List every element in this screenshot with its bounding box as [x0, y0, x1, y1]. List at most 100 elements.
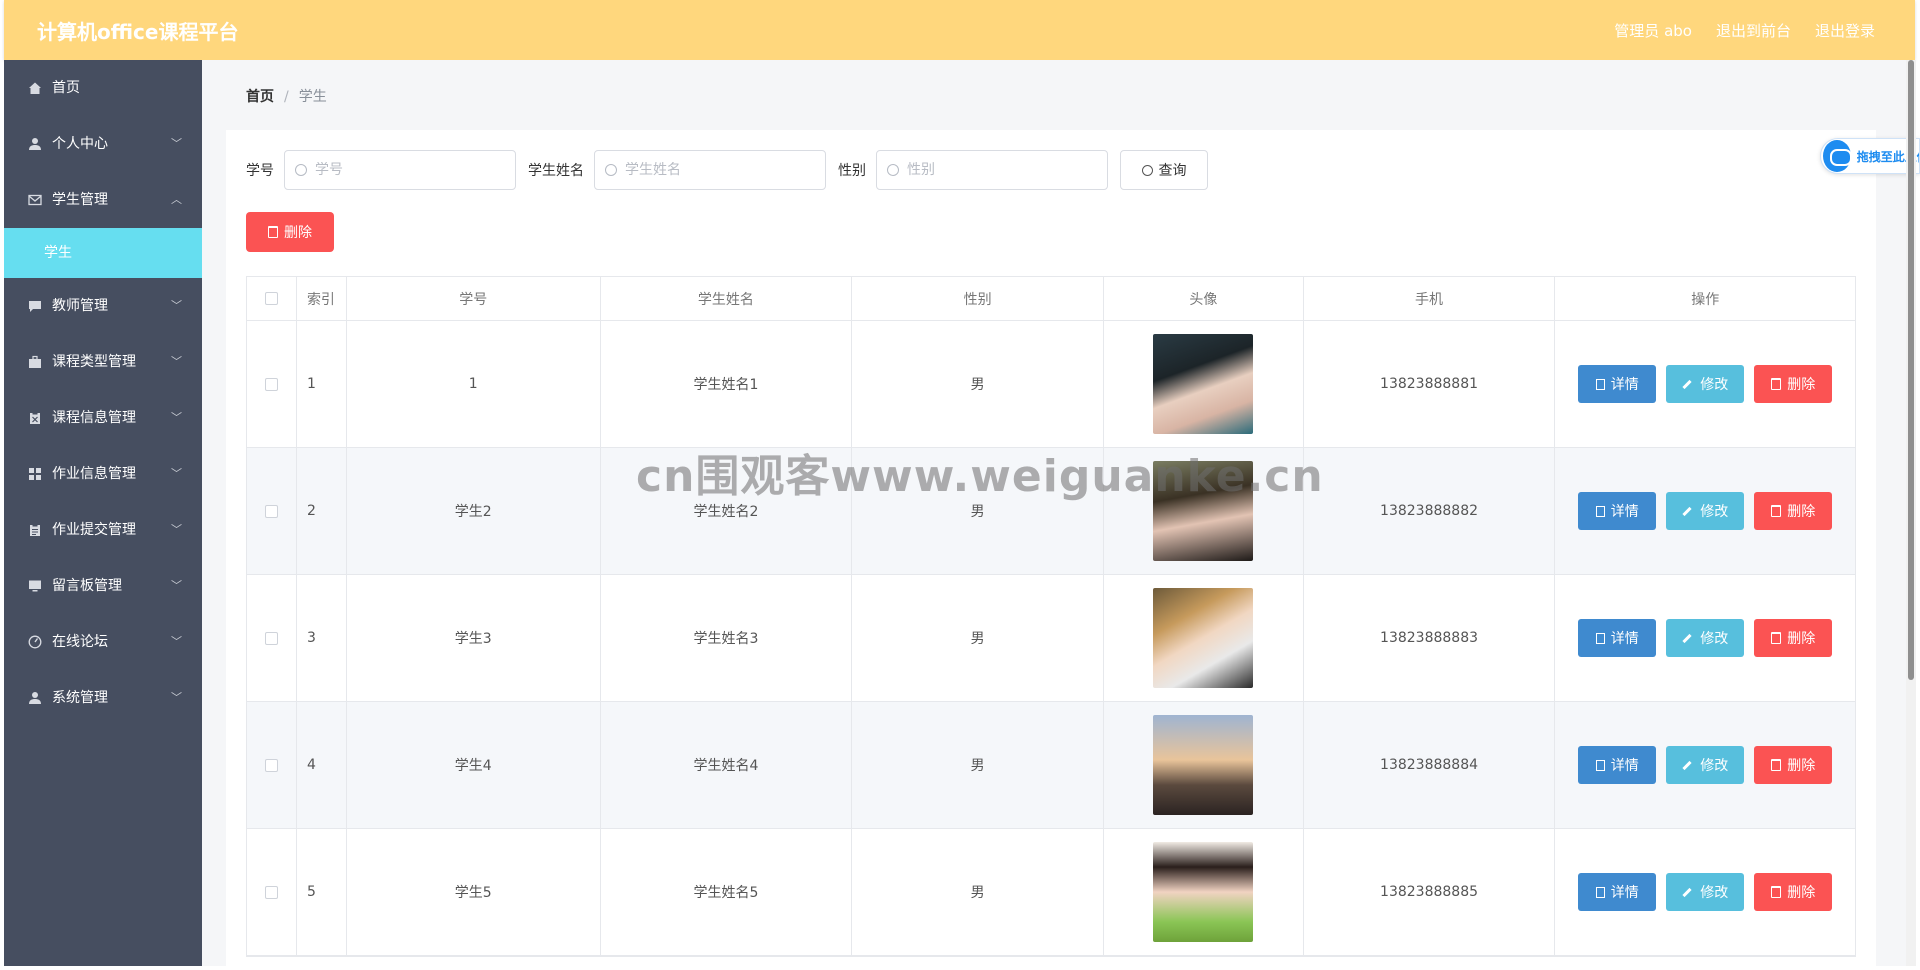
gender-field[interactable]: [876, 150, 1108, 190]
sidebar-item-label: 课程信息管理: [52, 410, 136, 426]
student-name-field[interactable]: [594, 150, 826, 190]
avatar: [1153, 461, 1254, 561]
header-gender: 性别: [852, 277, 1104, 320]
edit-label: 修改: [1700, 758, 1729, 774]
detail-button[interactable]: 详情: [1578, 492, 1657, 530]
batch-delete-button[interactable]: 删除: [246, 212, 334, 252]
cell-phone: 13823888881: [1304, 321, 1556, 447]
student-name-input[interactable]: [625, 162, 815, 178]
detail-label: 详情: [1610, 758, 1639, 774]
sidebar-item-label: 课程类型管理: [52, 354, 136, 370]
user-icon: [29, 692, 41, 704]
sidebar-item-personal-center[interactable]: 个人中心 ﹀: [4, 116, 202, 172]
gender-label: 性别: [838, 163, 866, 179]
cell-actions: 详情 修改 删除: [1555, 702, 1855, 828]
sidebar-item-homework-info-management[interactable]: 作业信息管理 ﹀: [4, 446, 202, 502]
chat-icon: [29, 301, 41, 312]
sidebar-item-online-forum[interactable]: 在线论坛 ﹀: [4, 614, 202, 670]
cell-phone: 13823888885: [1304, 829, 1556, 955]
cell-student-name: 学生姓名5: [601, 829, 853, 955]
row-checkbox[interactable]: [264, 377, 278, 391]
delete-button[interactable]: 删除: [1754, 746, 1833, 784]
cell-phone: 13823888884: [1304, 702, 1556, 828]
delete-button[interactable]: 删除: [1754, 365, 1833, 403]
select-all-cell: [247, 277, 297, 320]
logout-link[interactable]: 退出登录: [1815, 20, 1875, 41]
cell-phone: 13823888882: [1304, 448, 1556, 574]
sidebar-item-course-type-management[interactable]: 课程类型管理 ﹀: [4, 334, 202, 390]
cell-gender: 男: [852, 575, 1104, 701]
edit-button[interactable]: 修改: [1666, 746, 1745, 784]
cell-avatar: [1104, 321, 1304, 447]
main-content: 首页 / 学生 学号 学生姓名 性别 查询: [202, 60, 1915, 970]
student-name-label: 学生姓名: [528, 163, 584, 179]
delete-button[interactable]: 删除: [1754, 619, 1833, 657]
cell-index: 4: [297, 702, 347, 828]
select-all-checkbox[interactable]: [264, 292, 278, 305]
edit-button[interactable]: 修改: [1666, 873, 1745, 911]
delete-button[interactable]: 删除: [1754, 492, 1833, 530]
sidebar-item-student-management[interactable]: 学生管理 ︿: [4, 172, 202, 228]
search-icon: [887, 164, 899, 176]
edit-button[interactable]: 修改: [1666, 619, 1745, 657]
avatar: [1153, 588, 1254, 688]
search-form: 学号 学生姓名 性别 查询: [246, 150, 1208, 190]
compass-icon: [28, 635, 42, 649]
delete-label: 删除: [1787, 377, 1816, 393]
delete-button[interactable]: 删除: [1754, 873, 1833, 911]
cell-student-id: 学生3: [347, 575, 601, 701]
cell-student-name: 学生姓名4: [601, 702, 853, 828]
gender-input[interactable]: [907, 162, 1097, 178]
row-select-cell: [247, 829, 297, 955]
sidebar-item-home[interactable]: 首页: [4, 60, 202, 116]
table-row: 2 学生2 学生姓名2 男 13823888882 详情 修改 删除: [247, 448, 1855, 575]
row-select-cell: [247, 702, 297, 828]
document-icon: [1595, 378, 1605, 390]
query-button[interactable]: 查询: [1120, 150, 1208, 190]
page-scrollbar-thumb[interactable]: [1908, 60, 1914, 680]
table-row: 1 1 学生姓名1 男 13823888881 详情 修改 删除: [247, 321, 1855, 448]
sidebar-item-homework-submission-management[interactable]: 作业提交管理 ﹀: [4, 502, 202, 558]
detail-button[interactable]: 详情: [1578, 365, 1657, 403]
sidebar-item-message-board-management[interactable]: 留言板管理 ﹀: [4, 558, 202, 614]
row-checkbox[interactable]: [264, 758, 278, 772]
detail-button[interactable]: 详情: [1578, 746, 1657, 784]
cell-index: 5: [297, 829, 347, 955]
avatar: [1153, 842, 1254, 942]
trash-icon: [1771, 378, 1782, 390]
table-header-row: 索引 学号 学生姓名 性别 头像 手机 操作: [247, 277, 1855, 321]
top-links: 管理员 abo 退出到前台 退出登录: [1614, 20, 1875, 41]
drag-upload-button[interactable]: 拖拽至此上传: [1820, 138, 1920, 174]
header-avatar: 头像: [1104, 277, 1304, 320]
edit-icon: [1682, 760, 1692, 770]
delete-label: 删除: [1787, 758, 1816, 774]
sidebar-item-teacher-management[interactable]: 教师管理 ﹀: [4, 278, 202, 334]
breadcrumb-home[interactable]: 首页: [246, 89, 274, 105]
row-checkbox[interactable]: [264, 631, 278, 645]
student-table: 索引 学号 学生姓名 性别 头像 手机 操作 1 1 学生姓名1 男 13823…: [246, 276, 1856, 957]
breadcrumb-current: 学生: [298, 89, 327, 105]
chevron-down-icon: ﹀: [171, 523, 182, 536]
document-icon: [1595, 632, 1605, 644]
edit-icon: [1682, 506, 1692, 516]
sidebar-item-system-management[interactable]: 系统管理 ﹀: [4, 670, 202, 726]
edit-button[interactable]: 修改: [1666, 492, 1745, 530]
detail-label: 详情: [1610, 885, 1639, 901]
edit-button[interactable]: 修改: [1666, 365, 1745, 403]
trash-icon: [268, 226, 278, 238]
current-user-link[interactable]: 管理员 abo: [1614, 20, 1692, 41]
row-checkbox[interactable]: [264, 504, 278, 518]
detail-button[interactable]: 详情: [1578, 619, 1657, 657]
chevron-down-icon: ﹀: [171, 635, 182, 648]
student-id-input[interactable]: [315, 162, 505, 178]
avatar: [1153, 334, 1254, 434]
sidebar-item-course-info-management[interactable]: 课程信息管理 ﹀: [4, 390, 202, 446]
sidebar-item-label: 系统管理: [52, 690, 108, 706]
row-checkbox[interactable]: [264, 885, 278, 899]
detail-button[interactable]: 详情: [1578, 873, 1657, 911]
chevron-down-icon: ﹀: [171, 467, 182, 480]
exit-to-front-link[interactable]: 退出到前台: [1716, 20, 1791, 41]
sidebar-item-student[interactable]: 学生: [4, 228, 202, 278]
cell-student-id: 学生5: [347, 829, 601, 955]
student-id-field[interactable]: [284, 150, 516, 190]
